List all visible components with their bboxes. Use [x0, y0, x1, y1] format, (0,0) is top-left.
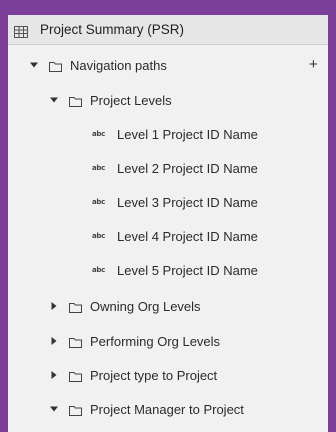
tree-item-label: Owning Org Levels	[90, 298, 201, 314]
tree-item-project-manager-to-project[interactable]: Project Manager to Project	[8, 398, 328, 420]
caret-down-icon[interactable]	[49, 95, 59, 105]
tree-item-label: Level 4 Project ID Name	[117, 228, 258, 244]
folder-icon	[69, 301, 82, 313]
folder-icon	[69, 95, 82, 107]
tree-item-label: Level 2 Project ID Name	[117, 160, 258, 176]
caret-right-icon[interactable]	[49, 336, 59, 346]
caret-right-icon[interactable]	[49, 370, 59, 380]
tree-item-level-3[interactable]: abc Level 3 Project ID Name	[8, 191, 328, 213]
tree-item-performing-org-levels[interactable]: Performing Org Levels	[8, 330, 328, 352]
tree-item-label: Project type to Project	[90, 367, 218, 383]
panel-title: Project Summary (PSR)	[40, 22, 185, 37]
folder-icon	[49, 60, 62, 72]
tree-item-project-type-to-project[interactable]: Project type to Project	[8, 364, 328, 386]
tree-item-project-levels[interactable]: Project Levels	[8, 89, 328, 111]
add-icon[interactable]: +	[309, 56, 318, 73]
text-field-icon: abc	[92, 232, 105, 240]
data-module-icon	[14, 25, 28, 38]
caret-down-icon[interactable]	[29, 60, 39, 70]
caret-right-icon[interactable]	[49, 301, 59, 311]
folder-icon	[69, 370, 82, 382]
panel-header[interactable]: Project Summary (PSR)	[8, 15, 328, 45]
folder-icon	[69, 336, 82, 348]
tree-item-label: Project Levels	[90, 92, 172, 108]
text-field-icon: abc	[92, 266, 105, 274]
tree-item-label: Level 5 Project ID Name	[117, 262, 258, 278]
tree-item-level-1[interactable]: abc Level 1 Project ID Name	[8, 123, 328, 145]
caret-down-icon[interactable]	[49, 404, 59, 414]
folder-icon	[69, 404, 82, 416]
tree-item-level-2[interactable]: abc Level 2 Project ID Name	[8, 157, 328, 179]
tree-item-owning-org-levels[interactable]: Owning Org Levels	[8, 295, 328, 317]
tree-item-label: Level 1 Project ID Name	[117, 126, 258, 142]
source-panel: Project Summary (PSR) Navigation paths +…	[8, 15, 328, 432]
tree-item-level-5[interactable]: abc Level 5 Project ID Name	[8, 259, 328, 281]
text-field-icon: abc	[92, 130, 105, 138]
tree-item-level-4[interactable]: abc Level 4 Project ID Name	[8, 225, 328, 247]
tree-item-label: Project Manager to Project	[90, 401, 244, 417]
text-field-icon: abc	[92, 198, 105, 206]
text-field-icon: abc	[92, 164, 105, 172]
tree-item-label: Level 3 Project ID Name	[117, 194, 258, 210]
tree-item-label: Navigation paths	[70, 57, 167, 73]
tree-item-label: Performing Org Levels	[90, 333, 221, 349]
tree-item-navigation-paths[interactable]: Navigation paths +	[8, 54, 328, 76]
